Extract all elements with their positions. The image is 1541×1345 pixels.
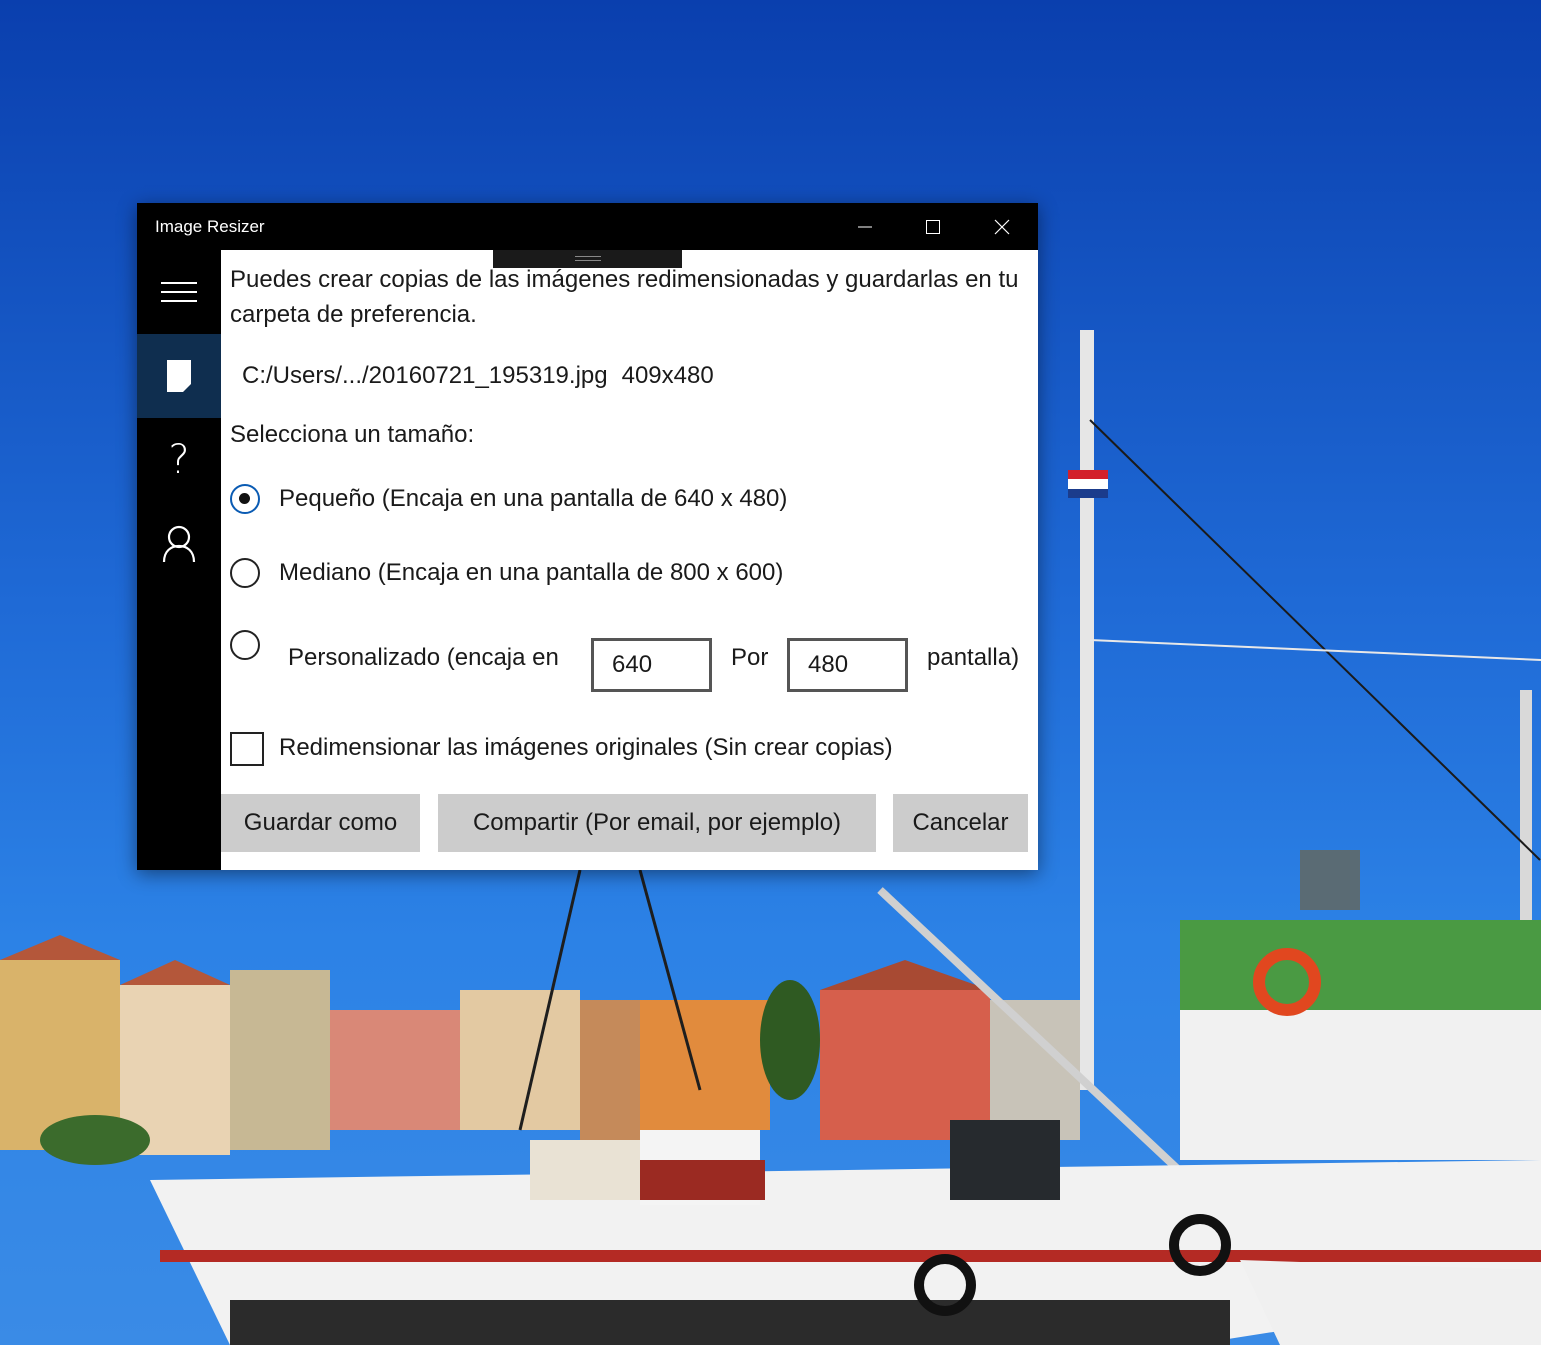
user-icon: [162, 525, 196, 563]
file-dimensions: 409x480: [621, 362, 714, 389]
radio-medium[interactable]: [230, 558, 260, 588]
resize-originals-label: Redimensionar las imágenes originales (S…: [279, 734, 893, 761]
radio-custom[interactable]: [230, 630, 260, 660]
main-content: Puedes crear copias de las imágenes redi…: [221, 250, 1038, 870]
save-as-button[interactable]: Guardar como: [221, 794, 420, 852]
close-icon: [994, 219, 1010, 234]
custom-suffix-label: pantalla): [927, 644, 1020, 671]
option-medium-label: Mediano (Encaja en una pantalla de 800 x…: [279, 559, 784, 586]
nav-item-file[interactable]: [137, 334, 221, 418]
hamburger-menu-icon: [161, 282, 197, 302]
nav-item-help[interactable]: ?: [137, 418, 221, 502]
window-title: Image Resizer: [155, 217, 265, 236]
size-select-label: Selecciona un tamaño:: [230, 421, 475, 448]
share-button[interactable]: Compartir (Por email, por ejemplo): [438, 794, 876, 852]
by-label: Por: [731, 644, 769, 671]
file-info: C:/Users/.../20160721_195319.jpg 409x480: [242, 362, 714, 390]
option-custom-label: Personalizado (encaja en: [288, 644, 559, 671]
app-window: Image Resizer ? Puedes crear copias de l…: [137, 203, 1038, 870]
minimize-button[interactable]: [831, 203, 899, 250]
cancel-button[interactable]: Cancelar: [893, 794, 1028, 852]
nav-item-account[interactable]: [137, 502, 221, 586]
custom-width-input[interactable]: [591, 638, 712, 692]
file-icon: [167, 360, 191, 392]
close-button[interactable]: [968, 203, 1036, 250]
maximize-button[interactable]: [899, 203, 967, 250]
navigation-pane: ?: [137, 250, 221, 870]
maximize-icon: [926, 219, 940, 234]
custom-height-input[interactable]: [787, 638, 908, 692]
intro-text: Puedes crear copias de las imágenes redi…: [230, 266, 1019, 328]
file-path: C:/Users/.../20160721_195319.jpg: [242, 362, 608, 389]
resize-originals-checkbox[interactable]: [230, 732, 264, 766]
option-small-label: Pequeño (Encaja en una pantalla de 640 x…: [279, 485, 788, 512]
minimize-icon: [858, 226, 872, 227]
nav-menu-button[interactable]: [137, 250, 221, 334]
title-bar[interactable]: Image Resizer: [137, 203, 1038, 250]
help-icon: ?: [168, 437, 190, 483]
radio-small[interactable]: [230, 484, 260, 514]
